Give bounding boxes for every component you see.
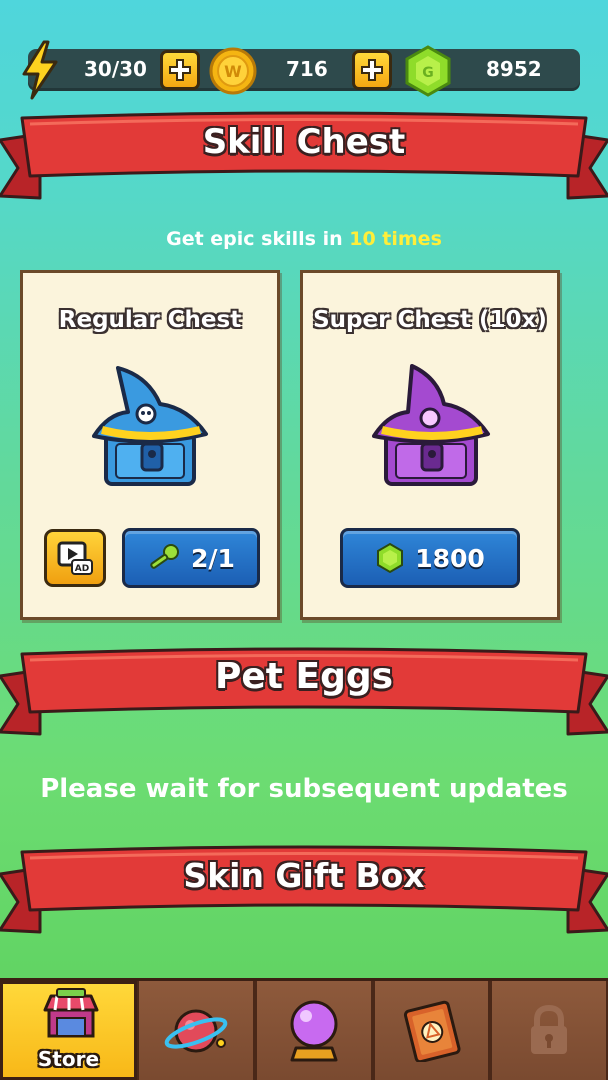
plus-icon	[169, 59, 191, 81]
pet-eggs-title: Pet Eggs	[214, 656, 394, 697]
gem-icon	[377, 542, 404, 574]
tab-spellbook[interactable]	[373, 981, 490, 1080]
skill-chest-subtitle: Get epic skills in 10 times	[0, 228, 608, 250]
subtitle-highlight: 10 times	[349, 228, 442, 250]
energy-count: 30/30	[84, 57, 147, 81]
planet-icon	[164, 1009, 228, 1052]
gem-icon: G	[405, 45, 451, 97]
pet-eggs-wait-message: Please wait for subsequent updates	[40, 774, 568, 804]
key-icon	[150, 544, 180, 569]
coin-count: 716	[286, 57, 328, 81]
skin-gift-box-title: Skin Gift Box	[183, 856, 425, 895]
add-coins-button[interactable]	[352, 50, 392, 90]
gem-cost: 1800	[415, 543, 485, 573]
gem-count: 8952	[486, 57, 542, 81]
blue-wizard-chest-icon[interactable]	[88, 364, 212, 492]
store-icon	[43, 988, 99, 1038]
crystal-ball-icon	[290, 1000, 338, 1061]
plus-icon	[361, 59, 383, 81]
spellbook-icon	[403, 1000, 461, 1062]
super-chest-gem-button[interactable]: 1800	[340, 528, 520, 588]
regular-chest-title: Regular Chest	[58, 307, 242, 333]
regular-chest-key-button[interactable]: 2/1	[122, 528, 260, 588]
skill-chest-title: Skill Chest	[202, 122, 406, 162]
store-tab-label: Store	[37, 1047, 100, 1071]
ad-label: AD	[75, 564, 89, 574]
purple-wizard-chest-icon[interactable]	[368, 362, 494, 492]
tab-store[interactable]: Store	[0, 981, 137, 1080]
svg-text:G: G	[422, 65, 434, 81]
tab-skills[interactable]	[137, 981, 255, 1080]
coin-icon: W	[209, 47, 257, 95]
svg-text:W: W	[224, 62, 242, 81]
watch-ad-button[interactable]: AD	[44, 529, 106, 587]
play-ad-icon: AD	[57, 541, 93, 575]
key-cost: 2/1	[191, 543, 235, 573]
tab-locked[interactable]	[490, 981, 608, 1080]
tab-crystal[interactable]	[255, 981, 373, 1080]
lock-icon	[531, 1004, 567, 1054]
add-energy-button[interactable]	[160, 50, 200, 90]
super-chest-title: Super Chest (10x)	[313, 307, 547, 333]
subtitle-text: Get epic skills in	[166, 228, 350, 250]
lightning-icon	[22, 40, 58, 100]
